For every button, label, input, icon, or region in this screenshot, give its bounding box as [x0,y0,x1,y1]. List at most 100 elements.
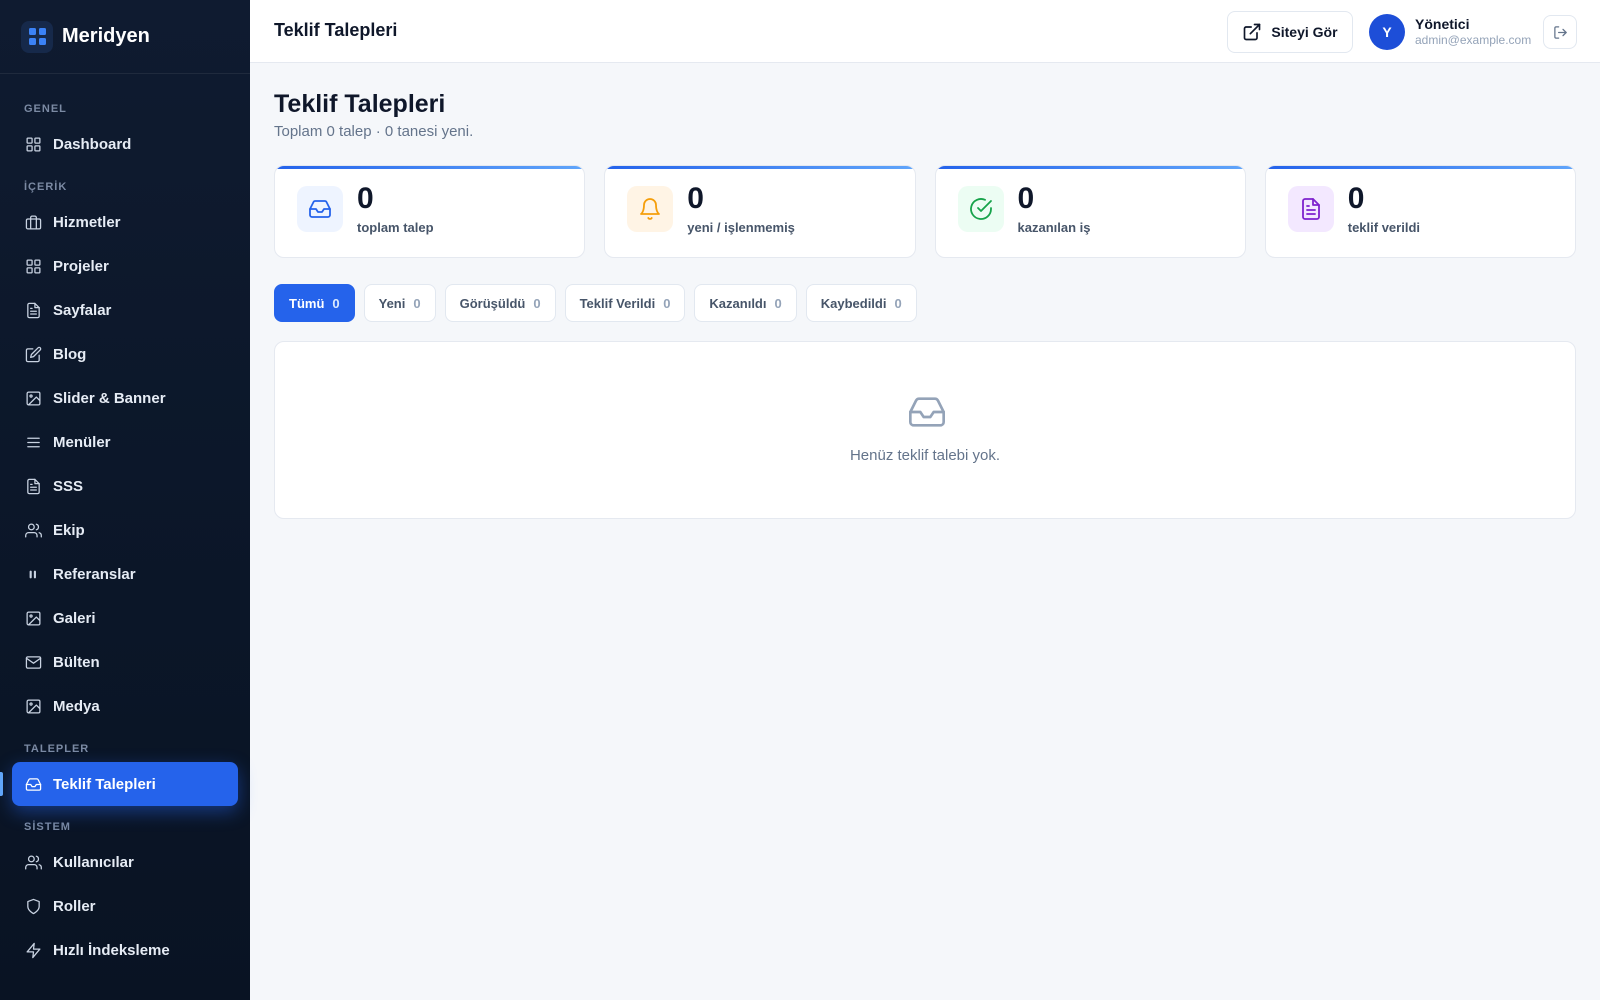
stat-label: yeni / işlenmemiş [687,220,795,235]
quote-icon [24,565,42,583]
users-icon [24,853,42,871]
stat-card: 0 toplam talep [274,165,586,258]
stat-value: 0 [1017,182,1035,215]
filter-label: Yeni [378,295,406,311]
filter-label: Görüşüldü [459,295,526,311]
brand[interactable]: Meridyen [0,0,250,74]
filter-label: Kazanıldı [709,295,767,311]
filter-tab[interactable]: Yeni 0 [363,284,436,322]
active-indicator [0,772,3,796]
sidebar-item[interactable]: Dashboard [12,122,238,166]
logout-icon [1553,25,1567,39]
logo-icon [21,20,53,53]
filter-tab[interactable]: Görüşüldü 0 [444,284,556,322]
sidebar-item-label: SSS [53,477,84,495]
filter-count: 0 [894,295,902,311]
image-icon [24,609,42,627]
page-title: Teklif Talepleri [274,90,446,118]
user-email: admin@example.com [1415,33,1532,47]
image-icon [24,697,42,715]
sidebar-item[interactable]: Projeler [12,244,238,288]
empty-state-text: Henüz teklif talebi yok. [849,447,1001,464]
sidebar-item[interactable]: Slider & Banner [12,376,238,420]
user-name: Yönetici [1415,16,1470,32]
stat-value: 0 [1347,182,1365,215]
sidebar-item-label: Kullanıcılar [53,853,134,871]
status-filters: Tümü 0 Yeni 0 Görüşüldü 0 Teklif Verildi 0 Kazan… [274,284,917,322]
empty-state: Henüz teklif talebi yok. [274,341,1576,519]
sidebar-item-label: Projeler [53,257,109,275]
check-circle-icon [957,186,1004,232]
sidebar-item[interactable]: Menüler [12,420,238,464]
grid-icon [24,257,42,275]
sidebar-item-label: Roller [53,897,96,915]
stat-label: kazanılan iş [1017,220,1091,235]
view-site-label: Siteyi Gör [1271,24,1338,40]
avatar[interactable]: Y [1369,14,1405,50]
sidebar-item[interactable]: Roller [12,884,238,928]
filter-tab[interactable]: Teklif Verildi 0 [564,284,686,322]
external-link-icon [1244,23,1261,41]
sidebar-item[interactable]: Ekip [12,508,238,552]
view-site-button[interactable]: Siteyi Gör [1227,11,1353,53]
sidebar-item[interactable]: Teklif Talepleri [0,762,238,806]
file-text-icon [24,301,42,319]
image-icon [24,389,42,407]
sidebar-item-label: Referanslar [53,565,136,583]
sidebar-section-title: GENEL [24,103,67,115]
sidebar-item[interactable]: Hizmetler [12,200,238,244]
sidebar-item[interactable]: Medya [12,684,238,728]
stat-label: teklif verildi [1347,220,1420,235]
filter-label: Tümü [289,295,325,311]
stat-label: toplam talep [357,220,434,235]
sidebar-item[interactable]: Hızlı İndeksleme [12,928,238,972]
inbox-icon [907,392,947,432]
briefcase-icon [24,213,42,231]
sidebar-item-label: Medya [53,697,100,715]
filter-tab[interactable]: Kaybedildi 0 [805,284,917,322]
edit-icon [24,345,42,363]
filter-count: 0 [413,295,421,311]
sidebar-item[interactable]: Referanslar [12,552,238,596]
sidebar-item-label: Hizmetler [53,213,121,231]
sidebar-item-label: Dashboard [53,135,132,153]
filter-tab[interactable]: Tümü 0 [274,284,355,322]
filter-count: 0 [332,295,340,311]
sidebar-item[interactable]: Sayfalar [12,288,238,332]
sidebar-item[interactable]: Galeri [12,596,238,640]
zap-icon [24,941,42,959]
grid-icon [24,135,42,153]
sidebar-item-label: Sayfalar [53,301,112,319]
sidebar: Meridyen GENEL Dashboard İÇERİK Hizmetler Pr… [0,0,250,1000]
sidebar-item[interactable]: Blog [12,332,238,376]
topbar-title: Teklif Talepleri [274,20,398,40]
filter-tab[interactable]: Kazanıldı 0 [694,284,797,322]
logout-button[interactable] [1543,15,1577,49]
bell-icon [627,186,674,232]
sidebar-nav: GENEL Dashboard İÇERİK Hizmetler Projeler Say… [0,74,250,972]
file-text-icon [24,477,42,495]
inbox-icon [24,775,42,793]
sidebar-section-title: SİSTEM [24,821,71,833]
sidebar-item[interactable]: Bülten [12,640,238,684]
filter-count: 0 [774,295,782,311]
sidebar-section-title: İÇERİK [24,181,68,193]
filter-count: 0 [663,295,671,311]
stat-card: 0 kazanılan iş [934,165,1246,258]
menu-icon [24,433,42,451]
stat-card: 0 yeni / işlenmemiş [604,165,916,258]
sidebar-item[interactable]: Kullanıcılar [12,840,238,884]
mail-icon [24,653,42,671]
sidebar-item-label: Bülten [53,653,100,671]
sidebar-item-label: Teklif Talepleri [53,775,156,793]
sidebar-item-label: Hızlı İndeksleme [53,941,170,959]
sidebar-item-label: Galeri [53,609,96,627]
sidebar-item[interactable]: SSS [12,464,238,508]
page-subtitle: Toplam 0 talep · 0 tanesi yeni. [274,123,474,140]
shield-icon [24,897,42,915]
stat-value: 0 [357,182,374,215]
inbox-icon [297,186,343,232]
filter-label: Kaybedildi [820,295,887,311]
topbar: Teklif Talepleri Siteyi Gör Y Yönetici a… [250,0,1600,63]
brand-name: Meridyen [62,25,150,47]
